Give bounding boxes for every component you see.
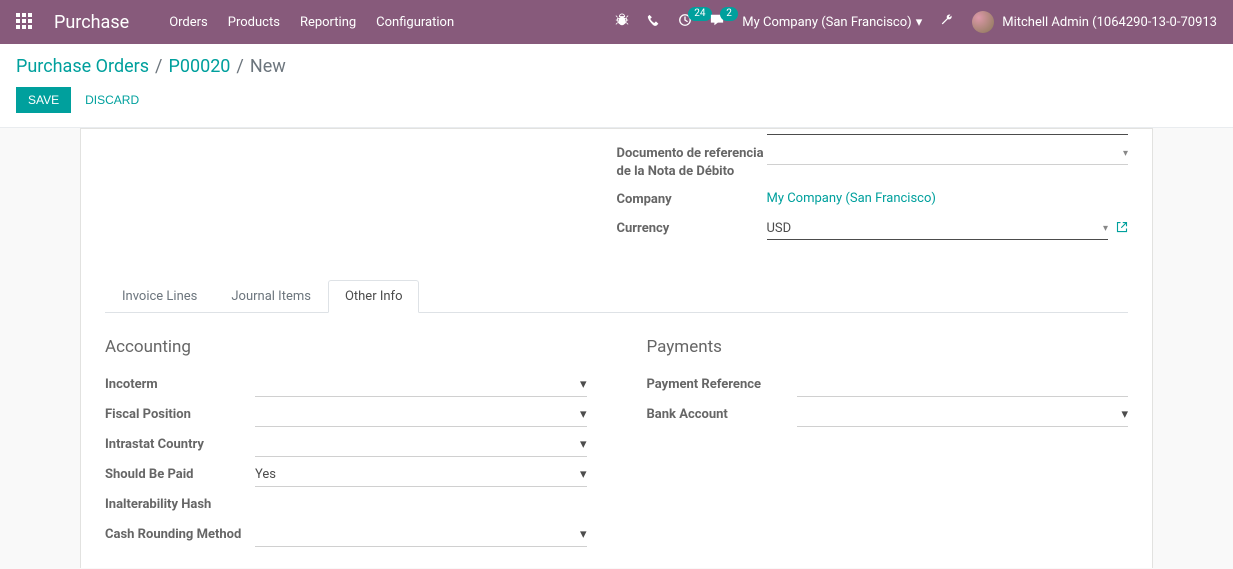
inalterability-hash-value	[255, 493, 587, 517]
tabs: Invoice Lines Journal Items Other Info	[105, 280, 1128, 313]
incoterm-row: Incoterm ▾	[105, 373, 587, 401]
bank-account-input[interactable]: ▾	[797, 403, 1129, 427]
user-name: Mitchell Admin (1064290-13-0-70913	[1002, 15, 1217, 30]
inalterability-hash-label: Inalterability Hash	[105, 493, 255, 514]
company-name: My Company (San Francisco)	[742, 15, 911, 30]
field-above-input[interactable]	[767, 128, 1129, 135]
company-selector[interactable]: My Company (San Francisco) ▾	[742, 15, 922, 30]
cash-rounding-row: Cash Rounding Method ▾	[105, 523, 587, 551]
payments-title: Payments	[647, 337, 1129, 357]
field-currency-row: Currency USD ▾	[617, 218, 1129, 240]
should-be-paid-value: Yes	[255, 467, 276, 482]
tab-other-info[interactable]: Other Info	[328, 280, 420, 313]
breadcrumb-root[interactable]: Purchase Orders	[16, 56, 149, 77]
accounting-section: Accounting Incoterm ▾ Fiscal Position ▾ …	[105, 337, 587, 553]
apps-icon[interactable]	[16, 13, 34, 31]
doc-ref-label: Documento de referencia de la Nota de Dé…	[617, 143, 767, 181]
messages-badge: 2	[720, 7, 738, 21]
user-menu[interactable]: Mitchell Admin (1064290-13-0-70913	[972, 11, 1217, 33]
currency-value: USD	[767, 221, 792, 236]
activities-icon[interactable]: 24	[678, 13, 692, 31]
chevron-down-icon: ▾	[580, 467, 587, 482]
should-be-paid-label: Should Be Paid	[105, 463, 255, 484]
payment-reference-label: Payment Reference	[647, 373, 797, 394]
company-label: Company	[617, 189, 767, 209]
field-doc-ref-row: Documento de referencia de la Nota de Dé…	[617, 143, 1129, 181]
currency-label: Currency	[617, 218, 767, 238]
nav-products[interactable]: Products	[228, 15, 280, 30]
tab-content-other-info: Accounting Incoterm ▾ Fiscal Position ▾ …	[105, 313, 1128, 553]
currency-input[interactable]: USD ▾	[767, 218, 1109, 240]
phone-icon[interactable]	[647, 14, 660, 31]
action-buttons: Save Discard	[16, 87, 1217, 113]
top-nav: Purchase Orders Products Reporting Confi…	[0, 0, 1233, 44]
chevron-down-icon: ▾	[1123, 148, 1128, 159]
nav-configuration[interactable]: Configuration	[376, 15, 454, 30]
company-value[interactable]: My Company (San Francisco)	[767, 189, 1129, 208]
nav-reporting[interactable]: Reporting	[300, 15, 356, 30]
incoterm-input[interactable]: ▾	[255, 373, 587, 397]
tab-invoice-lines[interactable]: Invoice Lines	[105, 280, 214, 313]
breadcrumb-sep: /	[236, 56, 243, 77]
field-doc-ref-note-row	[617, 128, 1129, 135]
chevron-down-icon: ▾	[916, 15, 923, 30]
app-brand[interactable]: Purchase	[54, 12, 129, 33]
fiscal-position-input[interactable]: ▾	[255, 403, 587, 427]
save-button[interactable]: Save	[16, 87, 71, 113]
bank-account-row: Bank Account ▾	[647, 403, 1129, 431]
fiscal-position-label: Fiscal Position	[105, 403, 255, 424]
control-panel: Purchase Orders / P00020 / New Save Disc…	[0, 44, 1233, 128]
accounting-title: Accounting	[105, 337, 587, 357]
activities-badge: 24	[688, 7, 711, 21]
doc-ref-input[interactable]: ▾	[767, 143, 1129, 165]
should-be-paid-row: Should Be Paid Yes ▾	[105, 463, 587, 491]
bug-icon[interactable]	[615, 13, 629, 31]
form-sheet: Documento de referencia de la Nota de Dé…	[80, 128, 1153, 568]
messages-icon[interactable]: 2	[710, 13, 724, 31]
fiscal-position-row: Fiscal Position ▾	[105, 403, 587, 431]
chevron-down-icon: ▾	[1103, 223, 1108, 234]
chevron-down-icon: ▾	[580, 377, 587, 392]
discard-button[interactable]: Discard	[85, 93, 139, 107]
intrastat-country-row: Intrastat Country ▾	[105, 433, 587, 461]
breadcrumb-current: New	[250, 56, 286, 77]
external-link-icon[interactable]	[1116, 221, 1128, 237]
cash-rounding-label: Cash Rounding Method	[105, 523, 255, 544]
wrench-icon[interactable]	[940, 13, 954, 31]
intrastat-country-label: Intrastat Country	[105, 433, 255, 454]
bank-account-label: Bank Account	[647, 403, 797, 424]
content-area: Documento de referencia de la Nota de Dé…	[0, 128, 1233, 568]
chevron-down-icon: ▾	[580, 527, 587, 542]
chevron-down-icon: ▾	[580, 407, 587, 422]
inalterability-hash-row: Inalterability Hash	[105, 493, 587, 521]
nav-orders[interactable]: Orders	[169, 15, 208, 30]
cash-rounding-input[interactable]: ▾	[255, 523, 587, 547]
upper-fields: Documento de referencia de la Nota de Dé…	[105, 129, 1128, 248]
payment-reference-input[interactable]	[797, 373, 1129, 397]
field-company-row: Company My Company (San Francisco)	[617, 189, 1129, 209]
chevron-down-icon: ▾	[1121, 407, 1128, 422]
tab-journal-items[interactable]: Journal Items	[214, 280, 328, 313]
should-be-paid-input[interactable]: Yes ▾	[255, 463, 587, 487]
payment-reference-row: Payment Reference	[647, 373, 1129, 401]
nav-links: Orders Products Reporting Configuration	[169, 15, 454, 30]
payments-section: Payments Payment Reference Bank Account …	[647, 337, 1129, 553]
chevron-down-icon: ▾	[580, 437, 587, 452]
breadcrumb-sep: /	[155, 56, 162, 77]
breadcrumb-parent[interactable]: P00020	[168, 56, 230, 77]
incoterm-label: Incoterm	[105, 373, 255, 394]
nav-right: 24 2 My Company (San Francisco) ▾ Mitche…	[615, 11, 1217, 33]
breadcrumb: Purchase Orders / P00020 / New	[16, 56, 1217, 77]
avatar	[972, 11, 994, 33]
intrastat-country-input[interactable]: ▾	[255, 433, 587, 457]
